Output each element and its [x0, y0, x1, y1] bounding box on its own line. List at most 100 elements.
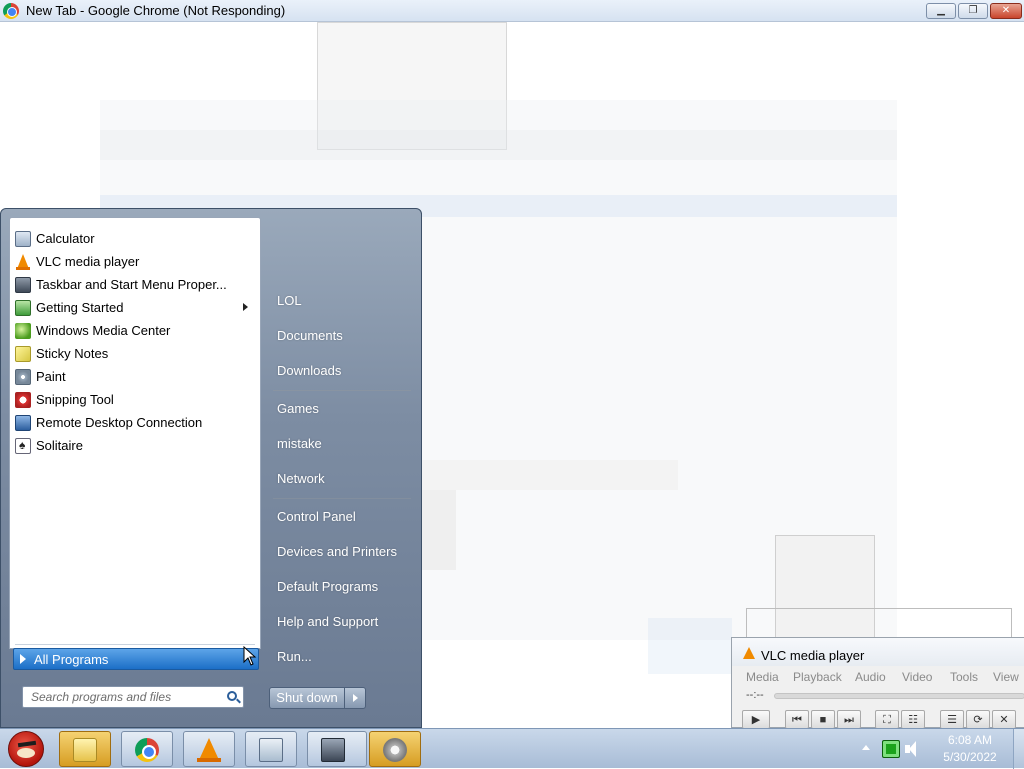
shutdown-options-arrow-icon[interactable]	[344, 687, 366, 709]
start-item-control-panel[interactable]: Control Panel	[277, 509, 356, 524]
close-button[interactable]: ✕	[990, 3, 1022, 19]
program-label: Snipping Tool	[36, 392, 114, 407]
loop-icon: ⟳	[973, 714, 983, 726]
vlc-seek-bar[interactable]	[774, 693, 1024, 699]
vlc-playlist-button[interactable]: ☰	[940, 710, 964, 729]
start-button[interactable]	[2, 729, 52, 769]
all-programs-button[interactable]: All Programs	[13, 648, 259, 670]
vlc-extended-settings-button[interactable]: ☷	[901, 710, 925, 729]
all-programs-label: All Programs	[34, 652, 109, 667]
start-item-downloads[interactable]: Downloads	[277, 363, 341, 378]
start-item-lol[interactable]: LOL	[277, 293, 302, 308]
stop-icon: ■	[819, 714, 827, 726]
vlc-fullscreen-button[interactable]: ⛶	[875, 710, 899, 729]
taskbar-button-google-chrome[interactable]	[121, 731, 173, 767]
program-sticky-notes[interactable]: Sticky Notes	[12, 343, 258, 365]
taskbar-button-speaker[interactable]	[369, 731, 421, 767]
show-hidden-icons-icon[interactable]	[862, 745, 870, 750]
program-paint[interactable]: Paint	[12, 366, 258, 388]
program-solitaire[interactable]: Solitaire	[12, 435, 258, 457]
program-label: Remote Desktop Connection	[36, 415, 203, 430]
program-calculator[interactable]: Calculator	[12, 228, 258, 250]
vlc-menu-view[interactable]: View	[993, 670, 1019, 684]
vlc-window: VLC media player Media Playback Audio Vi…	[731, 637, 1024, 729]
program-getting-started[interactable]: Getting Started	[12, 297, 258, 319]
taskbar-button-taskbar-properties[interactable]	[307, 731, 367, 767]
snipping-tool-icon	[15, 392, 31, 408]
playlist-icon: ☰	[947, 714, 957, 726]
vlc-elapsed-time: --:--	[746, 689, 764, 701]
vlc-title-bar[interactable]: VLC media player	[732, 638, 1024, 666]
start-item-mistake[interactable]: mistake	[277, 436, 322, 451]
mouse-cursor-icon	[243, 646, 257, 666]
taskbar: 6:08 AM 5/30/2022	[0, 728, 1024, 769]
vlc-icon	[197, 738, 221, 762]
previous-icon: ⏮	[792, 714, 802, 726]
vlc-icon	[742, 647, 756, 661]
vlc-menu-playback[interactable]: Playback	[793, 670, 842, 684]
shutdown-button[interactable]: Shut down	[269, 687, 345, 709]
paint-icon	[15, 369, 31, 385]
search-box[interactable]	[22, 686, 244, 708]
programs-pane: Calculator VLC media player Taskbar and …	[9, 217, 261, 649]
fullscreen-icon: ⛶	[883, 714, 891, 726]
show-desktop-button[interactable]	[1013, 729, 1024, 769]
restore-button[interactable]: ❐	[958, 3, 988, 19]
ghost-strip	[420, 490, 456, 570]
windows-media-center-icon	[15, 323, 31, 339]
arrow-right-icon	[20, 654, 26, 664]
taskbar-button-vlc[interactable]	[183, 731, 235, 767]
clock-time[interactable]: 6:08 AM	[932, 733, 1008, 747]
vlc-next-button[interactable]: ⏭	[837, 710, 861, 729]
vlc-play-button[interactable]: ▶	[742, 710, 770, 729]
start-item-default-programs[interactable]: Default Programs	[277, 579, 378, 594]
next-icon: ⏭	[844, 714, 854, 726]
chrome-app-icon	[3, 3, 19, 19]
calculator-icon	[15, 231, 31, 247]
program-windows-media-center[interactable]: Windows Media Center	[12, 320, 258, 342]
program-taskbar-properties[interactable]: Taskbar and Start Menu Proper...	[12, 274, 258, 296]
start-menu: Calculator VLC media player Taskbar and …	[0, 208, 422, 728]
search-input[interactable]	[23, 687, 219, 707]
vlc-menu-media[interactable]: Media	[746, 670, 779, 684]
clock-date[interactable]: 5/30/2022	[932, 750, 1008, 764]
start-item-documents[interactable]: Documents	[277, 328, 343, 343]
vlc-icon	[15, 254, 31, 270]
program-remote-desktop-connection[interactable]: Remote Desktop Connection	[12, 412, 258, 434]
shuffle-icon: ✕	[999, 714, 1009, 726]
program-label: Solitaire	[36, 438, 83, 453]
vlc-menu-tools[interactable]: Tools	[950, 670, 978, 684]
chrome-title-bar[interactable]: New Tab - Google Chrome (Not Responding)…	[0, 0, 1024, 22]
taskbar-button-calculator[interactable]	[245, 731, 297, 767]
program-vlc-media-player[interactable]: VLC media player	[12, 251, 258, 273]
vlc-previous-button[interactable]: ⏮	[785, 710, 809, 729]
vlc-loop-button[interactable]: ⟳	[966, 710, 990, 729]
sticky-notes-icon	[15, 346, 31, 362]
vlc-menu-video[interactable]: Video	[902, 670, 932, 684]
start-item-run[interactable]: Run...	[277, 649, 312, 664]
program-snipping-tool[interactable]: Snipping Tool	[12, 389, 258, 411]
calculator-icon	[259, 738, 283, 762]
network-icon[interactable]	[882, 740, 900, 758]
remote-desktop-icon	[15, 415, 31, 431]
program-label: Calculator	[36, 231, 95, 246]
start-item-games[interactable]: Games	[277, 401, 319, 416]
vlc-shuffle-button[interactable]: ✕	[992, 710, 1016, 729]
start-item-devices-and-printers[interactable]: Devices and Printers	[277, 544, 397, 559]
search-icon[interactable]	[227, 691, 237, 701]
minimize-button[interactable]: ▁	[926, 3, 956, 19]
vlc-menu-audio[interactable]: Audio	[855, 670, 886, 684]
folder-icon	[73, 738, 97, 762]
vlc-stop-button[interactable]: ■	[811, 710, 835, 729]
program-label: VLC media player	[36, 254, 140, 269]
start-item-help-and-support[interactable]: Help and Support	[277, 614, 378, 629]
extended-settings-icon: ☷	[908, 714, 918, 726]
start-item-network[interactable]: Network	[277, 471, 325, 486]
volume-icon[interactable]	[905, 741, 921, 757]
program-label: Paint	[36, 369, 66, 384]
getting-started-icon	[15, 300, 31, 316]
program-label: Windows Media Center	[36, 323, 171, 338]
taskbar-button-windows-explorer[interactable]	[59, 731, 111, 767]
ghost-panel	[648, 618, 732, 674]
speaker-icon	[383, 738, 407, 762]
